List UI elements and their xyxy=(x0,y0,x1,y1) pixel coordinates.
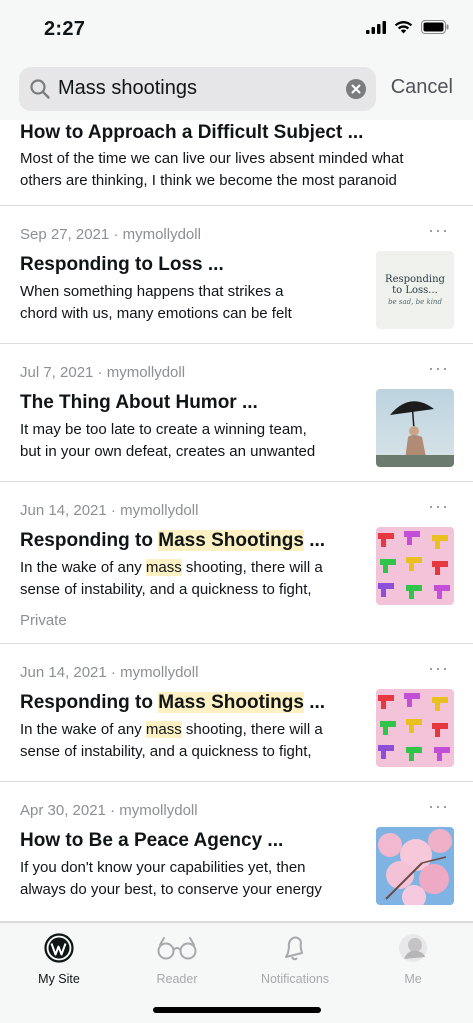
post-item[interactable]: Jun 14, 2021 · mymollydoll ··· Respondin… xyxy=(0,644,473,782)
search-query[interactable]: Mass shootings xyxy=(58,77,197,100)
excerpt-text: In the wake of any xyxy=(20,721,146,738)
post-title: Responding to Loss ... xyxy=(20,254,224,275)
more-options-button[interactable]: ··· xyxy=(428,496,449,517)
tab-me[interactable]: Me xyxy=(354,931,472,986)
post-item[interactable]: Apr 30, 2021 · mymollydoll ··· How to Be… xyxy=(0,782,473,922)
tab-icon-wrap xyxy=(118,931,236,965)
umbrella-photo-image xyxy=(376,401,454,467)
title-text: ... xyxy=(303,692,326,713)
post-meta: Jul 7, 2021 · mymollydoll xyxy=(20,364,186,381)
tab-my-site[interactable]: My Site xyxy=(0,931,118,986)
glasses-icon xyxy=(157,937,197,960)
post-meta: Jun 14, 2021 · mymollydoll xyxy=(20,664,199,681)
post-meta: Apr 30, 2021 · mymollydoll xyxy=(20,802,198,819)
post-item[interactable]: Sep 27, 2021 · mymollydoll ··· Respondin… xyxy=(0,206,473,344)
post-thumbnail xyxy=(376,827,454,905)
search-results-list: How to Approach a Difficult Subject ... … xyxy=(0,120,473,922)
excerpt-line: In the wake of any mass shooting, there … xyxy=(20,719,360,741)
post-title: The Thing About Humor ... xyxy=(20,392,258,413)
post-excerpt: Most of the time we can live our lives a… xyxy=(20,148,460,192)
avatar-icon xyxy=(399,934,427,962)
tab-label: My Site xyxy=(38,972,80,986)
excerpt-line: It may be too late to create a winning t… xyxy=(20,421,307,438)
search-highlight: mass xyxy=(145,721,182,738)
excerpt-line: but in your own defeat, creates an unwan… xyxy=(20,443,316,460)
post-thumbnail xyxy=(376,527,454,605)
tab-notifications[interactable]: Notifications xyxy=(236,931,354,986)
excerpt-line: always do your best, to conserve your en… xyxy=(20,881,322,898)
search-icon xyxy=(30,79,50,99)
thumbnail-text: be sad, be kind xyxy=(388,298,442,306)
post-item[interactable]: How to Approach a Difficult Subject ... … xyxy=(0,120,473,206)
cherry-blossom-image xyxy=(378,829,452,905)
wordpress-icon xyxy=(44,933,74,963)
clear-search-button[interactable] xyxy=(346,79,366,99)
battery-icon xyxy=(421,20,449,34)
post-title: How to Approach a Difficult Subject ... xyxy=(20,122,364,143)
water-guns-image xyxy=(378,531,450,599)
post-title: Responding to Mass Shootings ... xyxy=(20,692,325,714)
water-guns-image xyxy=(378,693,450,761)
title-text: Responding to xyxy=(20,530,159,551)
excerpt-line: chord with us, many emotions can be felt xyxy=(20,305,292,322)
search-header: Mass shootings Cancel xyxy=(0,58,473,120)
tab-icon-wrap xyxy=(236,931,354,965)
excerpt-line: sense of instability, and a quickness to… xyxy=(20,581,312,598)
status-icons xyxy=(366,20,449,34)
post-title: How to Be a Peace Agency ... xyxy=(20,830,284,851)
post-excerpt: In the wake of any mass shooting, there … xyxy=(20,719,360,763)
excerpt-line: sense of instability, and a quickness to… xyxy=(20,743,312,760)
search-highlight: Mass Shootings xyxy=(158,692,304,713)
wifi-icon xyxy=(394,21,413,34)
post-excerpt: It may be too late to create a winning t… xyxy=(20,419,360,463)
tab-icon-wrap xyxy=(0,931,118,965)
post-excerpt: If you don't know your capabilities yet,… xyxy=(20,857,360,901)
post-item[interactable]: Jun 14, 2021 · mymollydoll ··· Respondin… xyxy=(0,482,473,644)
thumbnail-text: Responding xyxy=(385,274,445,285)
private-badge: Private xyxy=(20,612,67,629)
bell-icon xyxy=(285,936,303,961)
more-options-button[interactable]: ··· xyxy=(428,220,449,241)
post-thumbnail: Responding to Loss... be sad, be kind xyxy=(376,251,454,329)
title-text: ... xyxy=(303,530,326,551)
post-excerpt: In the wake of any mass shooting, there … xyxy=(20,557,360,601)
tab-label: Notifications xyxy=(260,972,330,986)
tab-reader[interactable]: Reader xyxy=(118,931,236,986)
search-highlight: mass xyxy=(145,559,182,576)
cellular-signal-icon xyxy=(366,20,386,34)
post-excerpt: When something happens that strikes a ch… xyxy=(20,281,360,325)
search-highlight: Mass Shootings xyxy=(158,530,304,551)
excerpt-line: When something happens that strikes a xyxy=(20,283,284,300)
tab-label: Reader xyxy=(156,972,198,986)
post-item[interactable]: Jul 7, 2021 · mymollydoll ··· The Thing … xyxy=(0,344,473,482)
title-text: Responding to xyxy=(20,692,159,713)
status-time: 2:27 xyxy=(44,18,86,40)
excerpt-line: Most of the time we can live our lives a… xyxy=(20,150,404,167)
status-bar: 2:27 xyxy=(0,0,473,58)
post-meta: Jun 14, 2021 · mymollydoll xyxy=(20,502,199,519)
more-options-button[interactable]: ··· xyxy=(428,358,449,379)
cancel-button[interactable]: Cancel xyxy=(391,76,453,99)
post-meta: Sep 27, 2021 · mymollydoll xyxy=(20,226,201,243)
home-indicator xyxy=(153,1007,321,1013)
excerpt-text: shooting, there will a xyxy=(181,721,323,738)
more-options-button[interactable]: ··· xyxy=(428,796,449,817)
post-thumbnail xyxy=(376,689,454,767)
thumbnail-text: to Loss... xyxy=(392,285,438,296)
tab-icon-wrap xyxy=(354,931,472,965)
excerpt-line: If you don't know your capabilities yet,… xyxy=(20,859,306,876)
excerpt-text: shooting, there will a xyxy=(181,559,323,576)
post-thumbnail xyxy=(376,389,454,467)
excerpt-line: others are thinking, I think we become t… xyxy=(20,172,397,189)
excerpt-text: In the wake of any xyxy=(20,559,146,576)
more-options-button[interactable]: ··· xyxy=(428,658,449,679)
post-title: Responding to Mass Shootings ... xyxy=(20,530,325,552)
excerpt-line: In the wake of any mass shooting, there … xyxy=(20,557,360,579)
search-input[interactable]: Mass shootings xyxy=(19,67,376,111)
close-icon xyxy=(351,84,361,94)
tab-label: Me xyxy=(404,972,422,986)
